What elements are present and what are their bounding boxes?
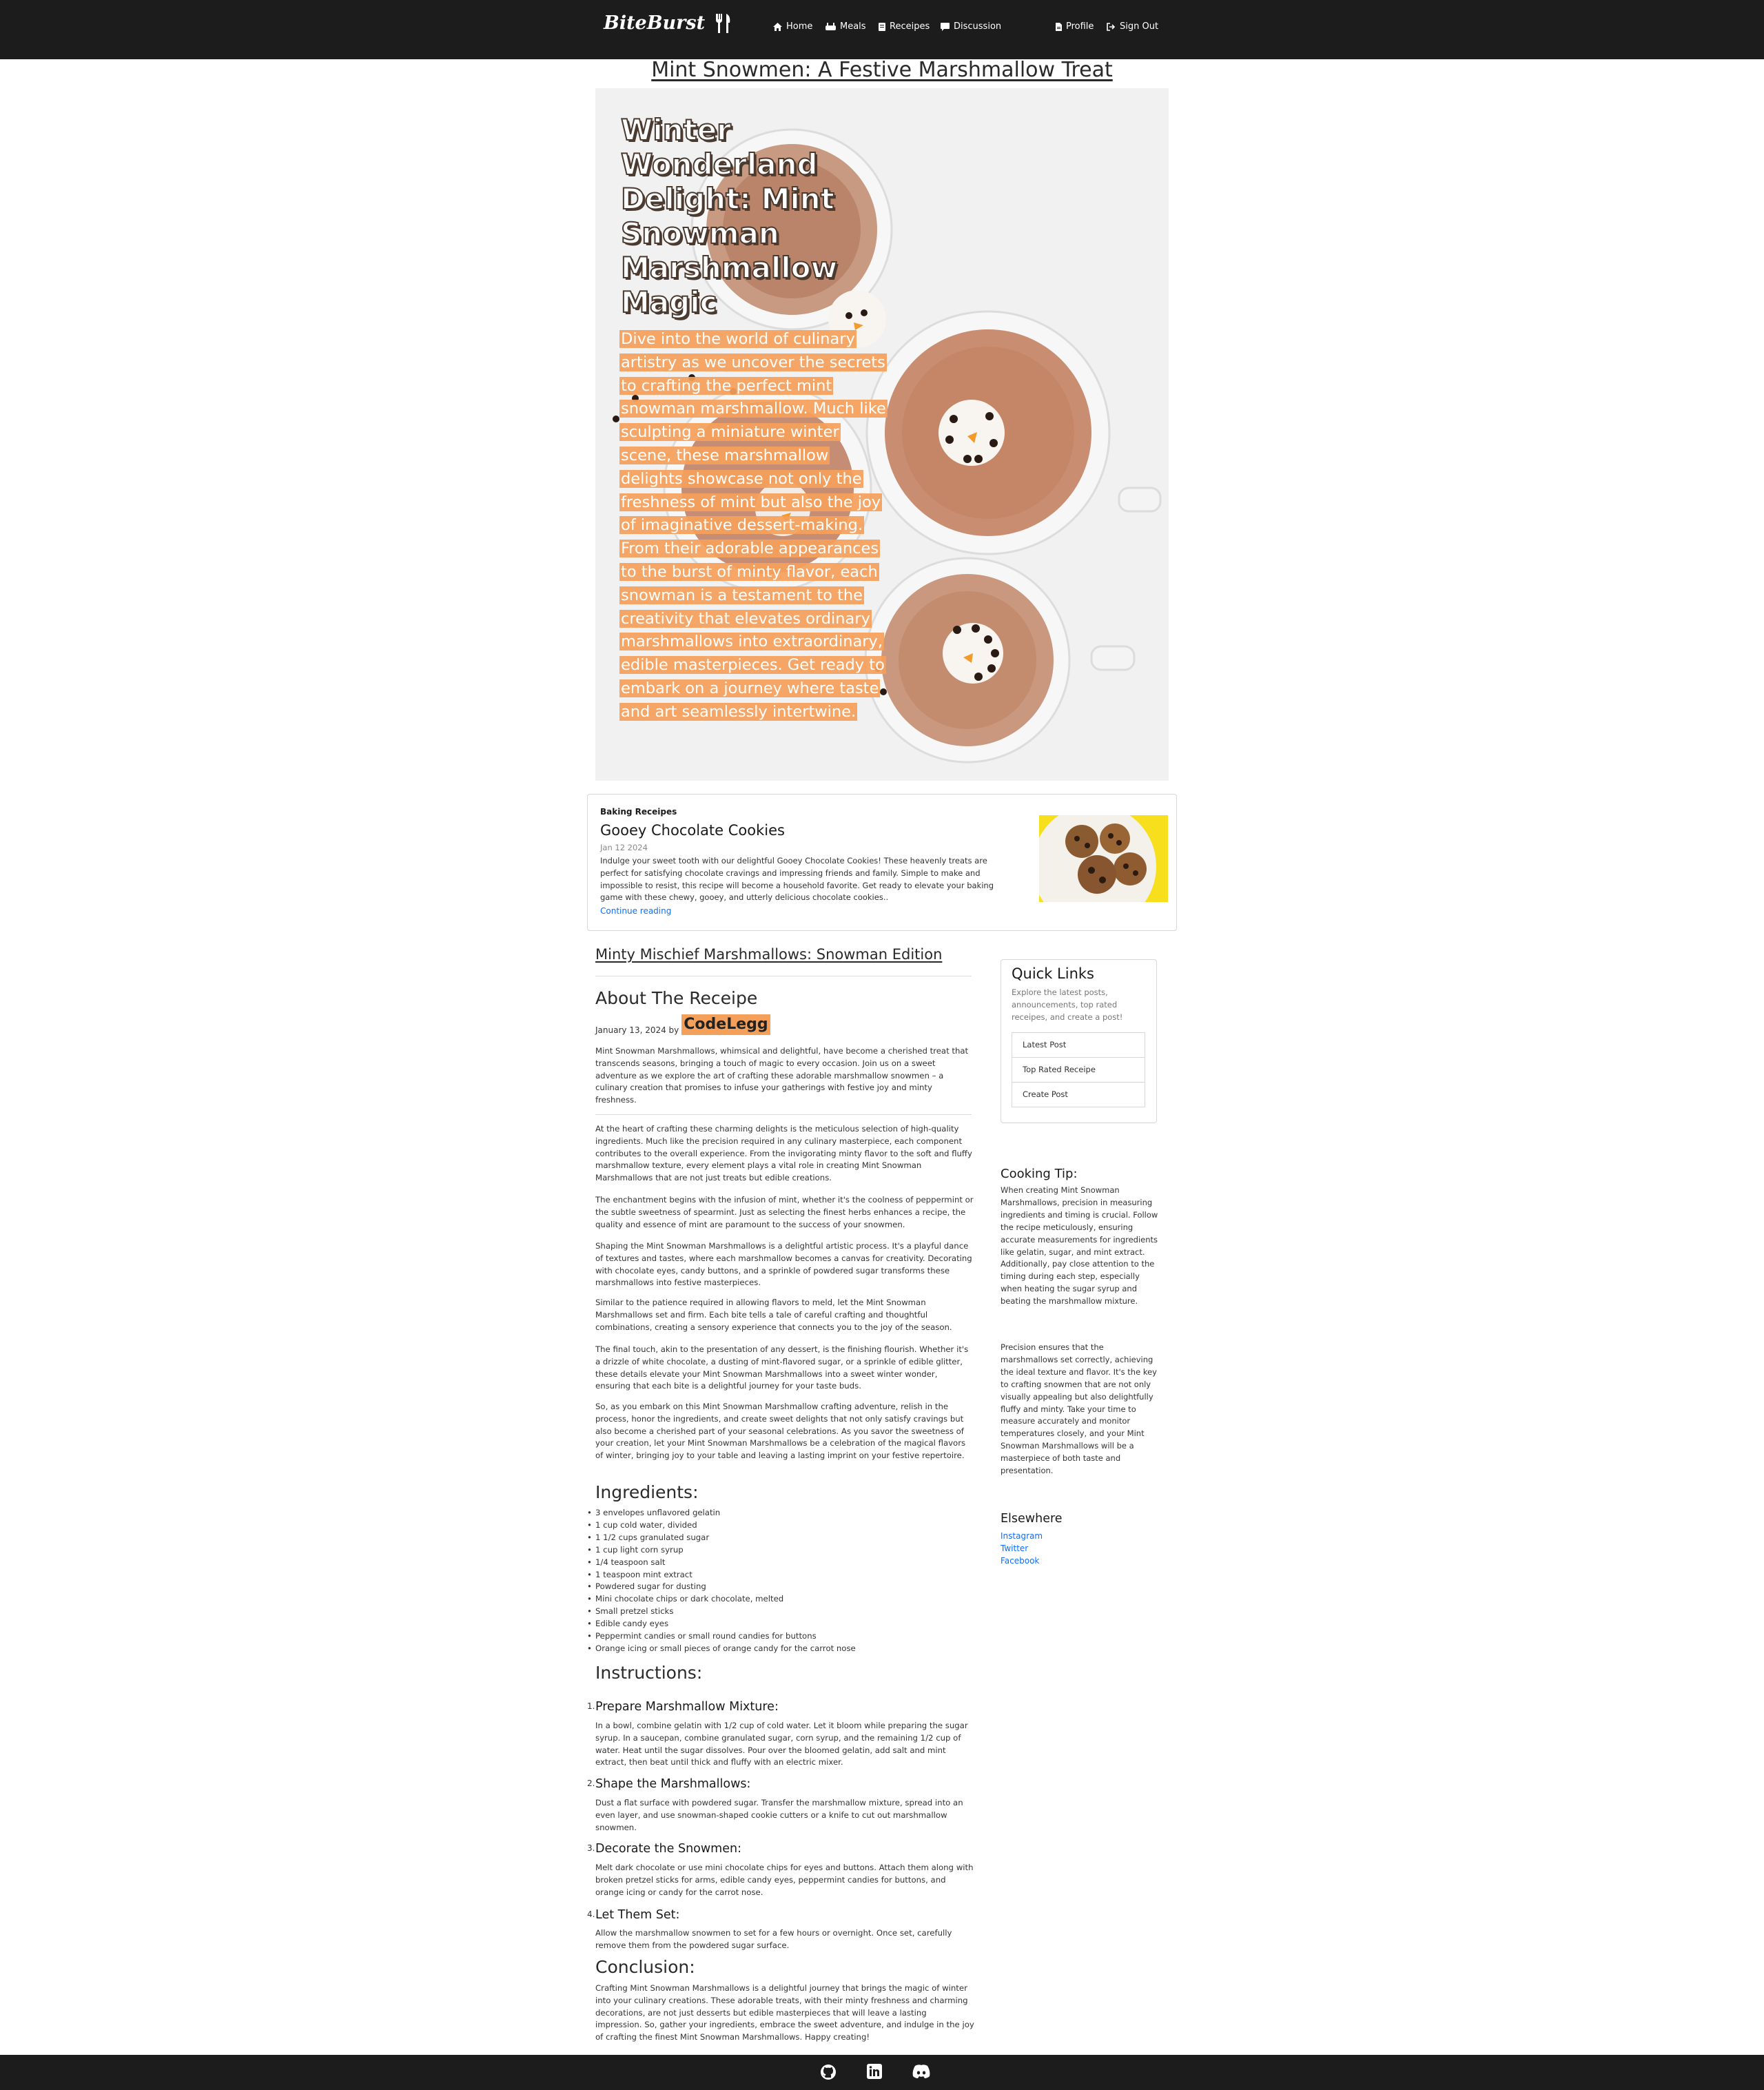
quick-links-panel: Quick Links Explore the latest posts, an…	[1001, 959, 1157, 1123]
step-number: 3.	[587, 1843, 595, 1853]
nav-discussion-label: Discussion	[954, 21, 1002, 32]
hero-title: Winter Wonderland Delight: Mint Snowman …	[620, 112, 838, 320]
conclusion-heading: Conclusion:	[595, 1957, 695, 1977]
cooking-tip-paragraph: When creating Mint Snowman Marshmallows,…	[1001, 1185, 1158, 1307]
ingredient-item: 1/4 teaspoon salt	[587, 1557, 856, 1569]
nav-signout[interactable]: Sign Out	[1107, 21, 1158, 32]
step-text: In a bowl, combine gelatin with 1/2 cup …	[595, 1721, 968, 1768]
card-excerpt: Indulge your sweet tooth with our deligh…	[600, 856, 994, 903]
twitter-link[interactable]: Twitter	[1001, 1544, 1028, 1553]
linkedin-icon[interactable]	[867, 2064, 882, 2079]
step-title: Let Them Set:	[595, 1908, 680, 1922]
card-title: Gooey Chocolate Cookies	[600, 822, 785, 839]
article-paragraph: The final touch, akin to the presentatio…	[595, 1344, 969, 1391]
brand-logo[interactable]: BiteBurst	[604, 12, 732, 34]
nav-signout-label: Sign Out	[1120, 21, 1159, 32]
step-title: Decorate the Snowmen:	[595, 1842, 741, 1856]
nav-receipes-label: Receipes	[890, 21, 930, 32]
hero-description: Dive into the world of culinary artistry…	[619, 328, 888, 724]
article-paragraph: At the heart of crafting these charming …	[595, 1124, 972, 1183]
ingredient-item: 3 envelopes unflavored gelatin	[587, 1507, 856, 1519]
quick-link-create-post[interactable]: Create Post	[1012, 1082, 1145, 1107]
continue-reading-link[interactable]: Continue reading	[600, 906, 671, 916]
page-title: Mint Snowmen: A Festive Marshmallow Trea…	[651, 58, 1113, 82]
book-icon	[879, 22, 885, 31]
card-date: Jan 12 2024	[600, 843, 648, 852]
sign-out-icon	[1107, 22, 1116, 31]
step-text: Melt dark chocolate or use mini chocolat…	[595, 1863, 974, 1897]
step-title: Shape the Marshmallows:	[595, 1777, 751, 1791]
instagram-link[interactable]: Instagram	[1001, 1531, 1043, 1541]
nav-meals-label: Meals	[840, 21, 866, 32]
fork-knife-icon	[716, 13, 730, 33]
nav-profile-label: Profile	[1066, 21, 1094, 32]
quick-links-title: Quick Links	[1012, 965, 1095, 982]
article-paragraph: So, as you embark on this Mint Snowman M…	[595, 1402, 966, 1461]
nav-receipes[interactable]: Receipes	[879, 21, 930, 32]
card-category: Baking Receipes	[600, 807, 677, 817]
author-name: CodeLegg	[681, 1014, 770, 1035]
featured-post-card: Baking Receipes Gooey Chocolate Cookies …	[587, 794, 1177, 931]
about-heading: About The Receipe	[595, 988, 758, 1008]
ingredient-item: Small pretzel sticks	[587, 1606, 856, 1618]
facebook-link[interactable]: Facebook	[1001, 1556, 1039, 1566]
nav-profile[interactable]: Profile	[1056, 21, 1094, 32]
ingredients-heading: Ingredients:	[595, 1482, 699, 1502]
footer	[0, 2055, 1764, 2090]
ingredient-item: Powdered sugar for dusting	[587, 1581, 856, 1593]
article-paragraph: Shaping the Mint Snowman Marshmallows is…	[595, 1241, 972, 1288]
discord-icon[interactable]	[911, 2064, 932, 2080]
post-date: January 13, 2024 by	[595, 1025, 679, 1035]
ingredient-item: 1 1/2 cups granulated sugar	[587, 1532, 856, 1544]
nav-meals[interactable]: Meals	[825, 21, 866, 32]
ingredient-item: Peppermint candies or small round candie…	[587, 1630, 856, 1643]
ingredient-item: 1 cup cold water, divided	[587, 1519, 856, 1532]
quick-link-latest-post[interactable]: Latest Post	[1012, 1032, 1145, 1058]
ingredient-item: Orange icing or small pieces of orange c…	[587, 1643, 856, 1655]
divider	[595, 1114, 972, 1115]
step-number: 1.	[587, 1701, 595, 1711]
file-icon	[1056, 22, 1062, 31]
elsewhere-heading: Elsewhere	[1001, 1512, 1063, 1526]
hero-text: Dive into the world of culinary artistry…	[619, 330, 888, 721]
quick-links-description: Explore the latest posts, announcements,…	[1012, 987, 1123, 1022]
byline: January 13, 2024 by CodeLegg	[595, 1014, 770, 1035]
ingredient-item: Edible candy eyes	[587, 1618, 856, 1630]
article-paragraph: The enchantment begins with the infusion…	[595, 1195, 974, 1229]
article-subtitle[interactable]: Minty Mischief Marshmallows: Snowman Edi…	[595, 946, 942, 963]
nav-home[interactable]: Home	[773, 21, 812, 32]
cookies-image	[1039, 815, 1168, 902]
nav-discussion[interactable]: Discussion	[941, 21, 1001, 32]
ingredient-item: 1 cup light corn syrup	[587, 1544, 856, 1557]
ingredient-item: Mini chocolate chips or dark chocolate, …	[587, 1593, 856, 1606]
utensils-icon	[825, 23, 836, 30]
quick-link-top-rated[interactable]: Top Rated Receipe	[1012, 1057, 1145, 1083]
article-paragraph: Similar to the patience required in allo…	[595, 1298, 952, 1332]
step-text: Dust a flat surface with powdered sugar.…	[595, 1798, 963, 1832]
nav-home-label: Home	[786, 21, 813, 32]
step-title: Prepare Marshmallow Mixture:	[595, 1700, 779, 1714]
step-number: 2.	[587, 1779, 595, 1788]
cooking-tip-heading: Cooking Tip:	[1001, 1167, 1078, 1181]
chat-icon	[941, 22, 950, 31]
github-icon[interactable]	[820, 2064, 837, 2080]
instructions-heading: Instructions:	[595, 1663, 703, 1683]
ingredients-list: 3 envelopes unflavored gelatin 1 cup col…	[587, 1507, 856, 1655]
cooking-tip-paragraph: Precision ensures that the marshmallows …	[1001, 1342, 1157, 1476]
hero-banner: Winter Wonderland Delight: Mint Snowman …	[595, 88, 1169, 781]
navbar: BiteBurst Home Meals Receipes Discussion…	[0, 0, 1764, 59]
brand-name: BiteBurst	[604, 12, 706, 34]
step-number: 4.	[587, 1909, 595, 1919]
intro-paragraph: Mint Snowman Marshmallows, whimsical and…	[595, 1046, 969, 1105]
ingredient-item: 1 teaspoon mint extract	[587, 1569, 856, 1581]
home-icon	[773, 22, 782, 31]
conclusion-paragraph: Crafting Mint Snowman Marshmallows is a …	[595, 1983, 974, 2042]
step-text: Allow the marshmallow snowmen to set for…	[595, 1928, 952, 1950]
